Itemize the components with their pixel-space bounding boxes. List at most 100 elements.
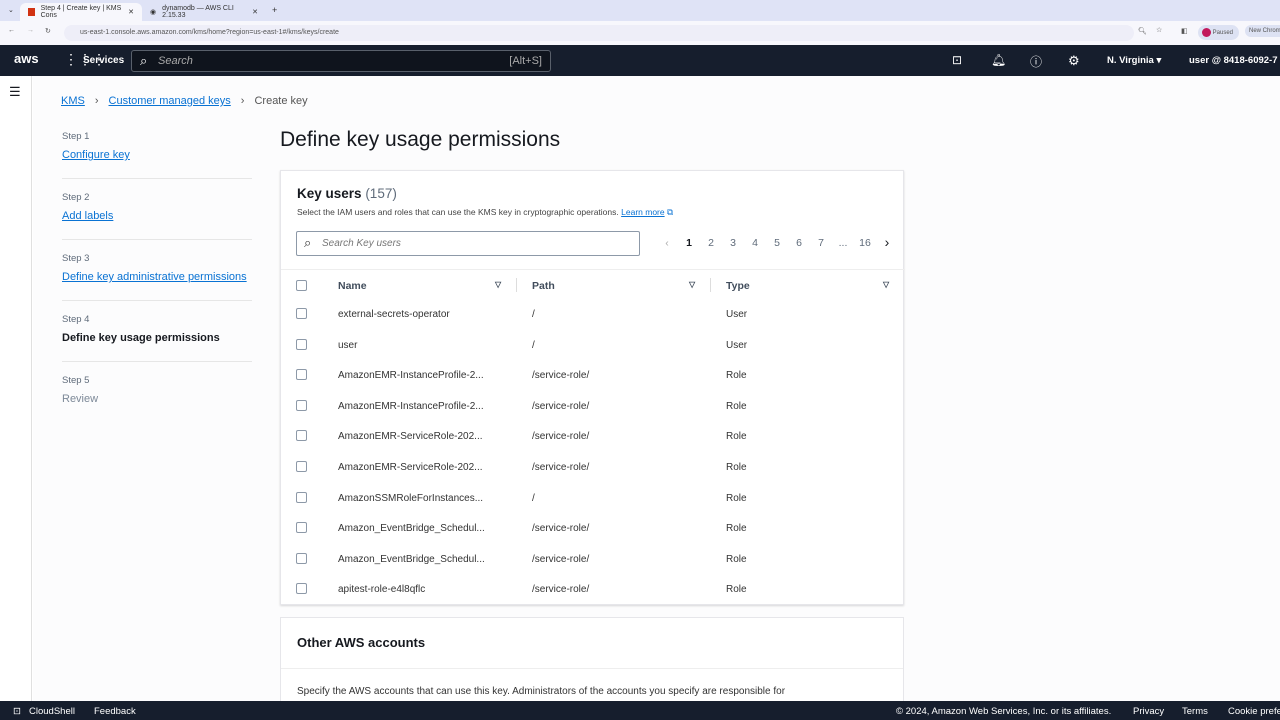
page-title: Define key usage permissions	[280, 128, 561, 151]
profile-button[interactable]: Paused	[1198, 25, 1240, 40]
cell-name: AmazonEMR-ServiceRole-202...	[338, 431, 483, 443]
cell-type: Role	[726, 462, 747, 473]
row-checkbox[interactable]	[296, 552, 307, 564]
help-icon[interactable]: ⓘ	[1030, 53, 1042, 70]
cell-type: Role	[726, 492, 747, 504]
table-row[interactable]: Amazon_EventBridge_Schedul... /service-r…	[281, 513, 905, 544]
kms-favicon-icon	[28, 8, 35, 16]
table-row[interactable]: user / User	[281, 330, 905, 361]
next-page-icon[interactable]: ›	[876, 234, 898, 250]
tab-dynamodb[interactable]: ◉ dynamodb — AWS CLI 2.15.33 ✕	[142, 3, 266, 21]
row-checkbox[interactable]	[296, 338, 307, 350]
pagination: ‹ 1 2 3 4 5 6 7 ... 16 ›	[656, 234, 898, 250]
step-link[interactable]: Add labels	[62, 208, 252, 225]
page-6[interactable]: 6	[788, 237, 810, 250]
tab-list-icon[interactable]: ⌄	[8, 6, 14, 14]
url-field[interactable]: us-east-1.console.aws.amazon.com/kms/hom…	[64, 25, 1134, 41]
cell-name: AmazonEMR-ServiceRole-202...	[338, 462, 483, 473]
account-menu[interactable]: user @ 8418-6092-7	[1189, 55, 1278, 66]
sidepanel-icon[interactable]: ◧	[1181, 27, 1188, 35]
table-row[interactable]: Amazon_EventBridge_Schedul... /service-r…	[281, 544, 905, 575]
cloudshell-icon[interactable]: ⊡	[952, 53, 962, 67]
sort-icon[interactable]: ▽	[689, 280, 695, 289]
breadcrumb: KMS › Customer managed keys › Create key	[61, 95, 308, 107]
cloudshell-icon[interactable]: ⊡	[13, 706, 21, 717]
new-chrome-button[interactable]: New Chrome	[1245, 25, 1280, 37]
tab-kms[interactable]: Step 4 | Create key | KMS Cons ✕	[20, 3, 142, 21]
page-7[interactable]: 7	[810, 237, 832, 250]
table-row[interactable]: AmazonSSMRoleForInstances... / Role	[281, 483, 905, 514]
row-checkbox[interactable]	[296, 583, 307, 595]
services-menu[interactable]: Services	[83, 55, 124, 66]
table-row[interactable]: AmazonEMR-InstanceProfile-2... /service-…	[281, 391, 905, 422]
row-checkbox[interactable]	[296, 522, 307, 534]
privacy-link[interactable]: Privacy	[1133, 706, 1164, 717]
reload-icon[interactable]: ↻	[45, 27, 51, 35]
page-4[interactable]: 4	[744, 237, 766, 250]
cell-path: /service-role/	[532, 553, 590, 565]
feedback-button[interactable]: Feedback	[94, 706, 136, 717]
row-checkbox[interactable]	[296, 399, 307, 411]
page-16[interactable]: 16	[854, 237, 876, 250]
table-row[interactable]: AmazonEMR-ServiceRole-202... /service-ro…	[281, 452, 905, 483]
main-content: KMS › Customer managed keys › Create key S…	[33, 76, 1280, 707]
page-2[interactable]: 2	[700, 237, 722, 250]
table-row[interactable]: apitest-role-e4l8qflc /service-role/ Rol…	[281, 574, 905, 605]
cell-name: AmazonEMR-InstanceProfile-2...	[338, 370, 484, 382]
column-path[interactable]: Path	[532, 280, 555, 292]
search-icon: ⌕	[140, 53, 148, 68]
close-icon[interactable]: ✕	[252, 8, 258, 16]
new-tab-icon[interactable]: +	[272, 5, 277, 15]
prev-page-icon[interactable]: ‹	[656, 237, 678, 250]
search-key-users-input[interactable]: ⌕ Search Key users	[296, 231, 640, 256]
tab-label: Step 4 | Create key | KMS Cons	[40, 5, 122, 19]
page-5[interactable]: 5	[766, 237, 788, 250]
key-users-count: (157)	[365, 186, 397, 201]
avatar	[1202, 28, 1211, 37]
table-row[interactable]: external-secrets-operator / User	[281, 299, 905, 330]
key-users-heading: Key users (157)	[297, 186, 397, 201]
hamburger-icon[interactable]: ☰	[9, 84, 21, 100]
table-row[interactable]: AmazonEMR-InstanceProfile-2... /service-…	[281, 360, 905, 391]
cell-type: Role	[726, 400, 747, 412]
search-input[interactable]: ⌕ Search [Alt+S]	[131, 50, 551, 72]
step-link[interactable]: Define key administrative permissions	[62, 269, 252, 286]
divider	[281, 668, 903, 669]
row-checkbox[interactable]	[296, 430, 307, 442]
breadcrumb-customer-managed-keys[interactable]: Customer managed keys	[109, 95, 231, 107]
region-selector[interactable]: N. Virginia ▾	[1107, 55, 1161, 66]
row-checkbox[interactable]	[296, 491, 307, 503]
row-checkbox[interactable]	[296, 308, 307, 319]
sort-icon[interactable]: ▽	[883, 280, 889, 289]
page-3[interactable]: 3	[722, 237, 744, 250]
step-link[interactable]: Configure key	[62, 147, 252, 164]
bell-icon[interactable]: 🔔︎	[991, 53, 1006, 67]
learn-more-link[interactable]: Learn more	[621, 207, 664, 217]
page-1[interactable]: 1	[678, 237, 700, 250]
other-accounts-description: Specify the AWS accounts that can use th…	[297, 686, 786, 697]
cell-name: AmazonEMR-InstanceProfile-2...	[338, 400, 484, 412]
aws-logo[interactable]: aws	[14, 51, 39, 66]
cell-type: User	[726, 339, 748, 351]
step-5: Step 5 Review	[62, 370, 252, 422]
key-users-panel: Key users (157) Select the IAM users and…	[280, 170, 905, 605]
terms-link[interactable]: Terms	[1182, 706, 1208, 717]
zoom-icon[interactable]: 🔍︎	[1138, 27, 1147, 35]
cloudshell-button[interactable]: CloudShell	[29, 706, 75, 717]
row-checkbox[interactable]	[296, 369, 307, 381]
close-icon[interactable]: ✕	[128, 8, 134, 16]
column-type[interactable]: Type	[726, 280, 750, 292]
sort-icon[interactable]: ▽	[495, 280, 501, 289]
star-icon[interactable]: ☆	[1156, 26, 1162, 34]
gear-icon[interactable]: ⚙	[1068, 53, 1080, 69]
column-divider	[516, 278, 517, 292]
breadcrumb-kms[interactable]: KMS	[61, 95, 85, 107]
forward-icon[interactable]: →	[27, 27, 34, 34]
row-checkbox[interactable]	[296, 461, 307, 472]
back-icon[interactable]: ←	[8, 27, 15, 34]
column-name[interactable]: Name	[338, 280, 367, 292]
cell-path: /	[532, 339, 535, 351]
cookie-preferences-link[interactable]: Cookie prefe	[1228, 706, 1280, 717]
table-row[interactable]: AmazonEMR-ServiceRole-202... /service-ro…	[281, 421, 905, 452]
select-all-checkbox[interactable]	[296, 280, 307, 291]
